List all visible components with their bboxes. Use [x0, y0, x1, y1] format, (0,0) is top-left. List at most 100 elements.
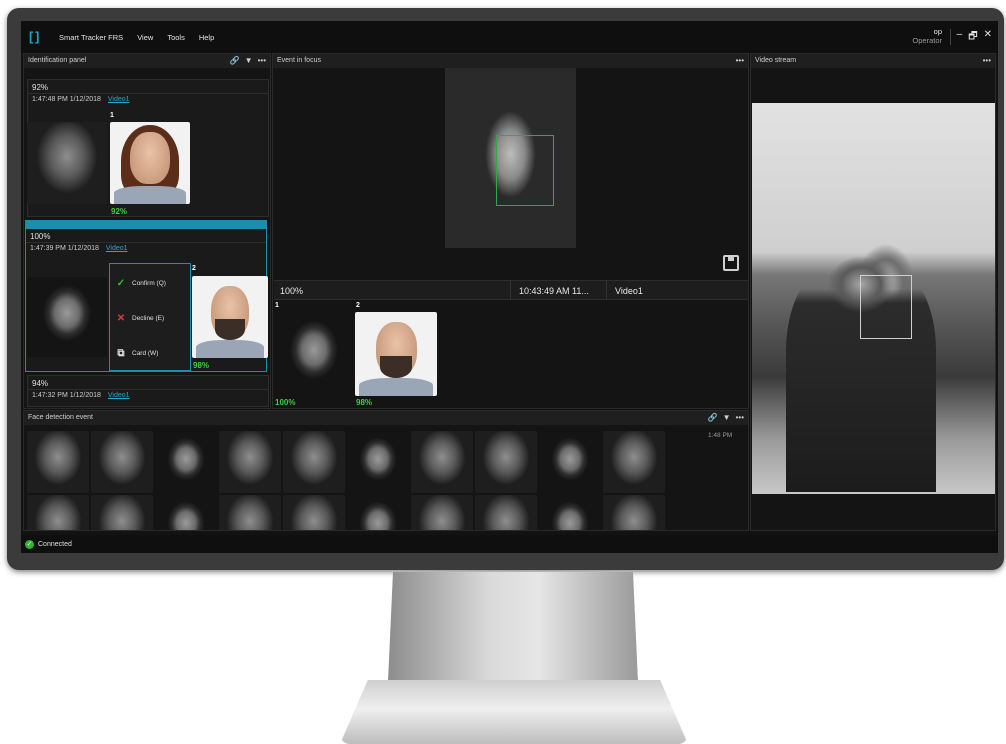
status-bar: ✓ Connected [21, 535, 998, 553]
identification-panel-header: Identification panel 🔗 ▼ ••• [24, 54, 270, 68]
window-controls: – 🗗 ✕ [957, 29, 992, 46]
focus-source: Video1 [606, 281, 643, 299]
detection-thumbnail[interactable] [475, 495, 537, 530]
face-detection-header: Face detection event 🔗 ▼ ••• [24, 411, 748, 425]
card-menu-item[interactable]: ⧉ Card (W) [116, 348, 158, 359]
panel-title: Face detection event [28, 414, 93, 421]
user-role: Operator [912, 36, 942, 45]
monitor-stand-base [340, 680, 688, 744]
match-score: 92% [111, 207, 128, 216]
minimize-icon[interactable]: – [957, 29, 963, 46]
app-logo-icon: [ ] [29, 29, 39, 44]
detection-thumbnail[interactable] [347, 495, 409, 530]
beard [379, 355, 413, 378]
restore-icon[interactable]: 🗗 [968, 29, 977, 46]
card-time: 1:47:39 PM [30, 245, 66, 252]
monitor-stand-neck [388, 572, 638, 682]
face-bounding-box [496, 135, 554, 206]
detection-thumbnail[interactable] [411, 431, 473, 493]
focus-event-row[interactable]: 100% 10:43:49 AM 11... Video1 [274, 280, 748, 300]
card-source-link[interactable]: Video1 [106, 245, 128, 252]
check-icon: ✓ [25, 539, 34, 549]
more-icon[interactable]: ••• [736, 54, 744, 68]
detection-thumbnail[interactable] [155, 495, 217, 530]
match-index: 1 [110, 112, 114, 119]
detection-thumbnail[interactable] [219, 431, 281, 493]
check-icon: ✓ [116, 278, 126, 289]
user-info[interactable]: op Operator [912, 27, 942, 45]
shirt [114, 185, 186, 204]
focus-time: 10:43:49 AM 11... [510, 281, 606, 299]
panel-title: Event in focus [277, 57, 321, 64]
confirm-label: Confirm (Q) [132, 280, 166, 287]
card-date: 1/12/2018 [69, 96, 101, 103]
selection-bar [26, 221, 266, 229]
detection-thumbnail[interactable] [411, 495, 473, 530]
event-in-focus-header: Event in focus ••• [273, 54, 748, 68]
detection-thumbnail[interactable] [475, 431, 537, 493]
card-source-link[interactable]: Video1 [108, 392, 130, 399]
app-window: [ ] Smart Tracker FRS View Tools Help op… [21, 21, 998, 553]
card-date: 1/12/2018 [67, 245, 99, 252]
detection-time: 1:48 PM [708, 432, 733, 439]
match-index: 1 [275, 302, 279, 309]
detection-thumbnail[interactable] [603, 495, 665, 530]
match-score: 98% [193, 361, 210, 370]
divider [950, 29, 951, 45]
detected-face-thumbnail [27, 277, 107, 357]
save-icon[interactable] [723, 255, 739, 271]
filter-icon[interactable]: ▼ [245, 54, 253, 68]
card-source-link[interactable]: Video1 [108, 96, 130, 103]
card-label: Card (W) [132, 350, 159, 357]
status-label: Connected [38, 540, 72, 548]
detection-thumbnail[interactable] [155, 431, 217, 493]
video-stream-header: Video stream ••• [751, 54, 995, 68]
beard [214, 318, 246, 340]
database-face-photo [355, 312, 437, 396]
detection-thumbnail[interactable] [91, 431, 153, 493]
card-meta: 1:47:39 PM 1/12/2018 Video1 [26, 243, 266, 256]
menu-view[interactable]: View [137, 33, 153, 42]
close-icon[interactable]: ✕ [984, 29, 992, 46]
panel-tools: ••• [736, 54, 744, 68]
user-name: op [933, 27, 942, 36]
face-detection-panel: Face detection event 🔗 ▼ ••• [23, 410, 749, 531]
card-time: 1:47:32 PM [32, 392, 68, 399]
more-icon[interactable]: ••• [736, 411, 744, 425]
external-link-icon: ⧉ [117, 348, 125, 359]
link-icon[interactable]: 🔗 [708, 411, 718, 425]
panel-tools: 🔗 ▼ ••• [708, 411, 744, 425]
detection-thumbnail[interactable] [283, 431, 345, 493]
panel-tools: ••• [983, 54, 991, 68]
detection-thumbnail[interactable] [603, 431, 665, 493]
match-score: 98% [356, 398, 373, 407]
detection-thumbnail[interactable] [27, 431, 89, 493]
detection-thumbnail[interactable] [91, 495, 153, 530]
filter-icon[interactable]: ▼ [723, 411, 731, 425]
confirm-menu-item[interactable]: ✓ Confirm (Q) [116, 278, 166, 289]
detection-thumbnail[interactable] [539, 495, 601, 530]
detected-face-thumbnail [274, 312, 354, 396]
card-time: 1:47:48 PM [32, 96, 68, 103]
detection-thumbnail[interactable] [27, 495, 89, 530]
menu-help[interactable]: Help [199, 33, 214, 42]
more-icon[interactable]: ••• [258, 54, 266, 68]
detection-thumbnail[interactable] [539, 431, 601, 493]
card-score: 92% [28, 80, 268, 94]
x-icon: ✕ [116, 313, 126, 324]
decline-label: Decline (E) [132, 315, 165, 322]
identification-card[interactable]: 94% 1:47:32 PM 1/12/2018 Video1 [27, 375, 269, 407]
match-index: 2 [192, 265, 196, 272]
detection-thumbnail[interactable] [219, 495, 281, 530]
card-meta: 1:47:48 PM 1/12/2018 Video1 [28, 94, 268, 107]
database-face-photo [192, 276, 268, 358]
detection-thumbnail[interactable] [283, 495, 345, 530]
more-icon[interactable]: ••• [983, 54, 991, 68]
decline-menu-item[interactable]: ✕ Decline (E) [116, 313, 164, 324]
card-score: 94% [28, 376, 268, 390]
menu-tools[interactable]: Tools [167, 33, 185, 42]
link-icon[interactable]: 🔗 [230, 54, 240, 68]
context-menu: ✓ Confirm (Q) ✕ Decline (E) ⧉ Card (W) [109, 263, 191, 371]
title-bar: [ ] Smart Tracker FRS View Tools Help op… [21, 21, 998, 53]
detection-thumbnail[interactable] [347, 431, 409, 493]
